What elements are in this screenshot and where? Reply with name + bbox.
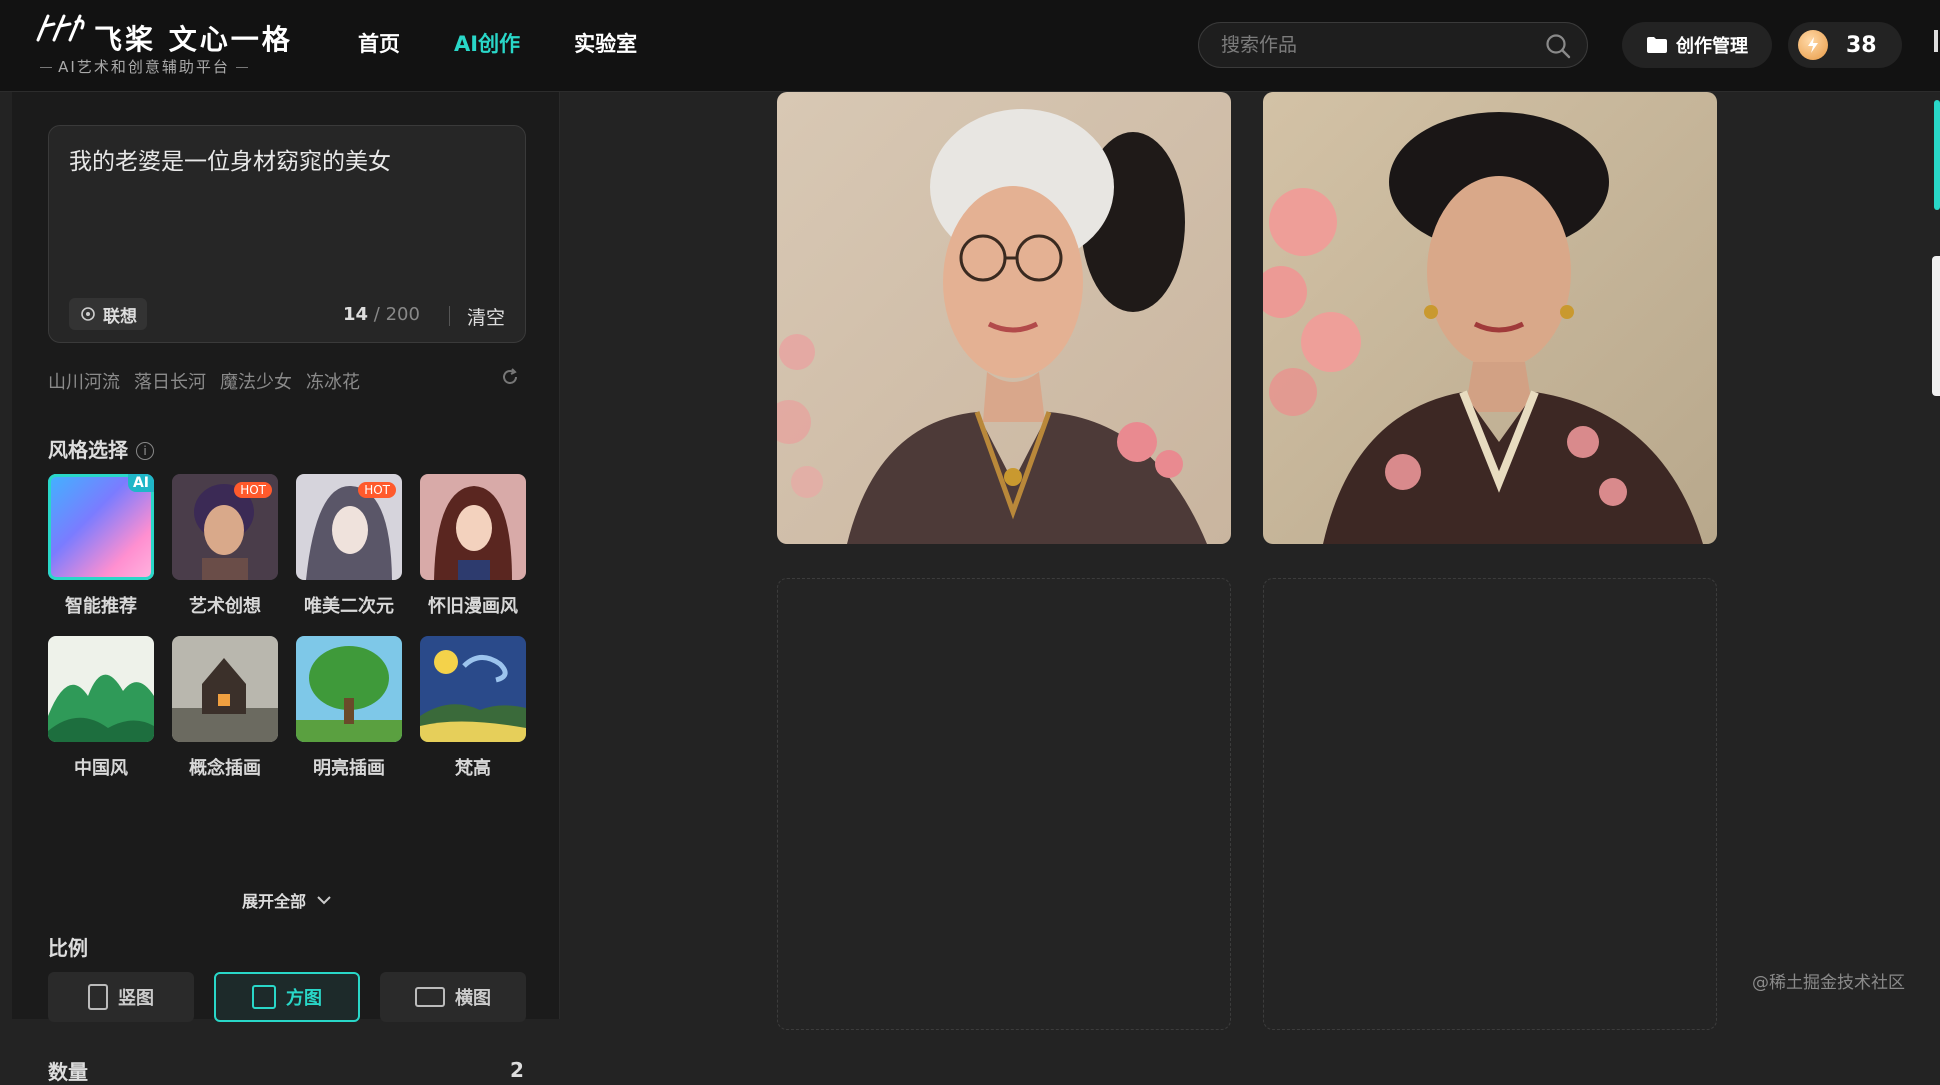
brand-logo[interactable]: 飞桨 文心一格 AI艺术和创意辅助平台 [34, 12, 290, 78]
suggestion-item[interactable]: 魔法少女 [220, 368, 292, 394]
style-item-anime[interactable]: HOT 唯美二次元 [296, 474, 402, 618]
prompt-box[interactable]: 我的老婆是一位身材窈窕的美女 联想 14 / 200 清空 [48, 125, 526, 343]
quantity-value[interactable]: 2 [510, 1058, 524, 1082]
style-thumb: HOT [172, 474, 278, 580]
main-nav: 首页 AI创作 实验室 [358, 28, 637, 58]
creation-manage-button[interactable]: 创作管理 [1622, 22, 1772, 68]
char-count-max: / 200 [373, 304, 420, 325]
style-label: 明亮插画 [313, 758, 385, 779]
watermark: @稀土掘金技术社区 [1752, 973, 1905, 993]
char-count-current: 14 [343, 304, 369, 325]
prompt-textarea[interactable]: 我的老婆是一位身材窈窕的美女 [69, 146, 509, 178]
points-balance[interactable]: 38 [1788, 22, 1902, 68]
result-image-1[interactable] [777, 92, 1231, 544]
concept-house-image [172, 636, 278, 742]
result-image-2[interactable] [1263, 92, 1717, 544]
ratio-label: 横图 [455, 988, 491, 1009]
portrait-ratio-icon [88, 984, 108, 1010]
refresh-icon[interactable] [500, 367, 520, 387]
starry-night-image [420, 636, 526, 742]
suggestion-item[interactable]: 落日长河 [134, 368, 206, 394]
search-input[interactable] [1221, 31, 1521, 59]
folder-icon [1647, 37, 1667, 53]
ratio-portrait-button[interactable]: 竖图 [48, 972, 194, 1022]
lightning-coin-icon [1798, 30, 1828, 60]
suggestion-item[interactable]: 冻冰花 [306, 368, 360, 394]
hot-badge: HOT [234, 482, 272, 498]
landscape-ratio-icon [415, 987, 445, 1007]
style-title-text: 风格选择 [48, 438, 128, 462]
style-label: 艺术创想 [189, 596, 261, 617]
style-thumb: AI [48, 474, 154, 580]
nav-item-lab[interactable]: 实验室 [574, 28, 637, 58]
quantity-section-title: 数量 [48, 1060, 88, 1084]
ratio-landscape-button[interactable]: 横图 [380, 972, 526, 1022]
creation-manage-label: 创作管理 [1676, 36, 1748, 57]
search-icon[interactable] [1545, 33, 1571, 59]
search-box [1198, 22, 1588, 68]
result-placeholder [777, 578, 1231, 1030]
style-section-title: 风格选择 i [48, 434, 154, 463]
bright-tree-image [296, 636, 402, 742]
style-label: 智能推荐 [65, 596, 137, 617]
chevron-down-icon [317, 896, 331, 905]
brand-name: 飞桨 文心一格 [94, 23, 293, 56]
comic-portrait-image [420, 474, 526, 580]
associate-button[interactable]: 联想 [69, 298, 147, 330]
style-item-concept[interactable]: 概念插画 [172, 636, 278, 780]
left-panel: 我的老婆是一位身材窈窕的美女 联想 14 / 200 清空 山川河流 落日长河 … [12, 92, 560, 1084]
ratio-square-button[interactable]: 方图 [214, 972, 360, 1022]
scrollbar-thumb[interactable] [1934, 100, 1940, 210]
ai-badge: AI [127, 474, 154, 492]
prompt-suggestions: 山川河流 落日长河 魔法少女 冻冰花 [48, 368, 360, 394]
nav-item-home[interactable]: 首页 [358, 28, 400, 58]
ratio-label: 竖图 [118, 988, 154, 1009]
style-item-chinese[interactable]: 中国风 [48, 636, 154, 780]
style-thumb [48, 636, 154, 742]
result-placeholder [1263, 578, 1717, 1030]
style-label: 中国风 [74, 758, 128, 779]
style-item-van-gogh[interactable]: 梵高 [420, 636, 526, 780]
divider [449, 306, 450, 326]
nav-item-ai-create[interactable]: AI创作 [454, 28, 520, 58]
style-thumb [296, 636, 402, 742]
style-label: 梵高 [455, 758, 491, 779]
char-counter: 14 / 200 [343, 304, 420, 325]
style-item-retro-comic[interactable]: 怀旧漫画风 [420, 474, 526, 618]
chinese-landscape-image [48, 636, 154, 742]
points-value: 38 [1846, 32, 1877, 58]
info-icon[interactable]: i [136, 442, 154, 460]
hot-badge: HOT [358, 482, 396, 498]
style-label: 怀旧漫画风 [428, 596, 518, 617]
sparkle-icon [81, 307, 95, 321]
woman-portrait-image [1263, 92, 1717, 544]
paddle-logo-icon [36, 14, 85, 42]
ratio-label: 方图 [286, 988, 322, 1009]
brand-subtitle: AI艺术和创意辅助平台 [34, 56, 254, 77]
side-tab[interactable] [1932, 256, 1940, 396]
ratio-options: 竖图 方图 横图 [48, 972, 526, 1022]
results-area [561, 92, 1940, 1030]
elderly-woman-portrait-image [777, 92, 1231, 544]
style-thumb [172, 636, 278, 742]
top-bar: 飞桨 文心一格 AI艺术和创意辅助平台 首页 AI创作 实验室 创作管理 38 [0, 0, 1940, 92]
style-label: 概念插画 [189, 758, 261, 779]
associate-label: 联想 [103, 306, 137, 327]
suggestion-item[interactable]: 山川河流 [48, 368, 120, 394]
style-label: 唯美二次元 [304, 596, 394, 617]
square-ratio-icon [252, 985, 276, 1009]
clear-button[interactable]: 清空 [467, 303, 505, 330]
style-item-bright[interactable]: 明亮插画 [296, 636, 402, 780]
style-thumb: HOT [296, 474, 402, 580]
style-item-art[interactable]: HOT 艺术创想 [172, 474, 278, 618]
style-item-smart[interactable]: AI 智能推荐 [48, 474, 154, 618]
edge-marker [1934, 30, 1938, 52]
style-thumb [420, 474, 526, 580]
expand-all-button[interactable]: 展开全部 [242, 888, 332, 912]
expand-all-label: 展开全部 [242, 892, 307, 911]
ratio-section-title: 比例 [48, 936, 88, 960]
style-thumb [420, 636, 526, 742]
